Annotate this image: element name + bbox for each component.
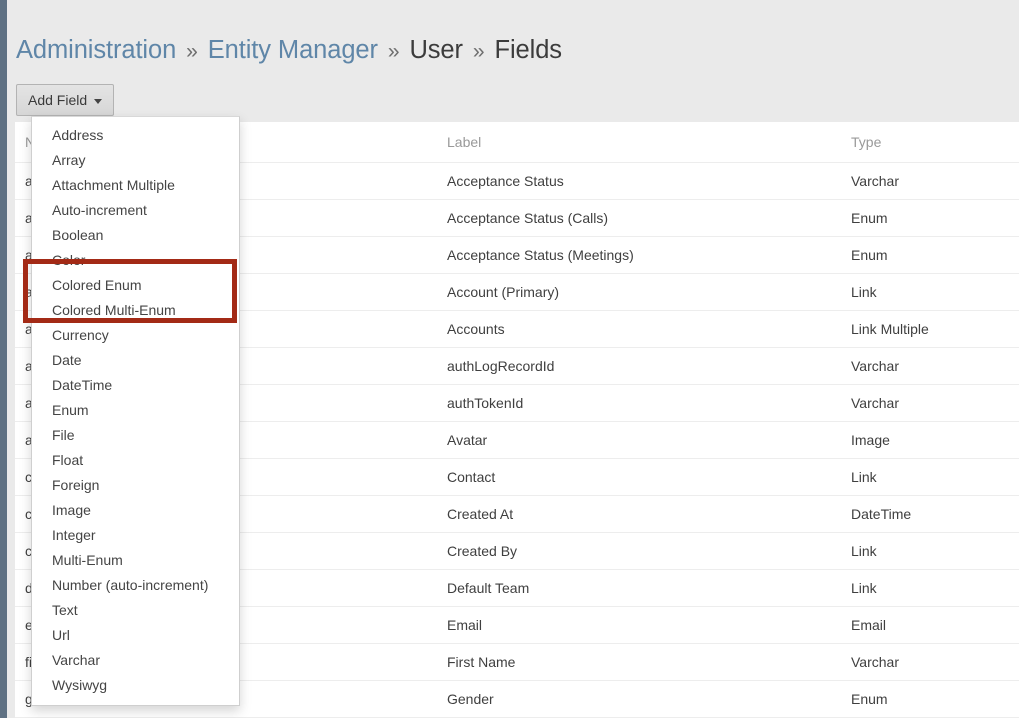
page-content: Administration » Entity Manager » User »… [7, 0, 1019, 718]
cell-label: Contact [432, 459, 832, 496]
add-field-button-label: Add Field [28, 92, 87, 108]
breadcrumb: Administration » Entity Manager » User »… [16, 33, 562, 69]
add-field-dropdown-menu[interactable]: AddressArrayAttachment MultipleAuto-incr… [31, 116, 240, 706]
cell-type: Image [832, 422, 1019, 459]
menu-item-datetime[interactable]: DateTime [32, 373, 239, 398]
breadcrumb-item-user: User [409, 36, 462, 64]
breadcrumb-item-entity-manager[interactable]: Entity Manager [208, 36, 378, 64]
breadcrumb-separator: » [183, 40, 201, 63]
cell-label: Gender [432, 681, 832, 718]
menu-item-integer[interactable]: Integer [32, 523, 239, 548]
cell-label: Default Team [432, 570, 832, 607]
cell-type: Enum [832, 681, 1019, 718]
menu-item-text[interactable]: Text [32, 598, 239, 623]
menu-item-number-auto-increment[interactable]: Number (auto-increment) [32, 573, 239, 598]
menu-item-attachment-multiple[interactable]: Attachment Multiple [32, 173, 239, 198]
column-header-type[interactable]: Type [832, 122, 1019, 163]
menu-item-file[interactable]: File [32, 423, 239, 448]
breadcrumb-separator: » [385, 40, 403, 63]
left-nav-rail [0, 0, 7, 718]
menu-item-address[interactable]: Address [32, 123, 239, 148]
cell-type: Varchar [832, 644, 1019, 681]
menu-item-colored-multi-enum[interactable]: Colored Multi-Enum [32, 298, 239, 323]
menu-item-color[interactable]: Color [32, 248, 239, 273]
menu-item-auto-increment[interactable]: Auto-increment [32, 198, 239, 223]
cell-type: Link [832, 459, 1019, 496]
column-header-label[interactable]: Label [432, 122, 832, 163]
page-title: Fields [495, 36, 562, 64]
menu-item-image[interactable]: Image [32, 498, 239, 523]
cell-label: Account (Primary) [432, 274, 832, 311]
breadcrumb-item-administration[interactable]: Administration [16, 36, 176, 64]
caret-down-icon [94, 99, 102, 104]
menu-item-boolean[interactable]: Boolean [32, 223, 239, 248]
cell-type: Varchar [832, 348, 1019, 385]
cell-type: Link Multiple [832, 311, 1019, 348]
menu-item-array[interactable]: Array [32, 148, 239, 173]
add-field-button[interactable]: Add Field [16, 84, 114, 116]
menu-item-currency[interactable]: Currency [32, 323, 239, 348]
cell-label: Created At [432, 496, 832, 533]
menu-item-date[interactable]: Date [32, 348, 239, 373]
cell-type: Link [832, 274, 1019, 311]
cell-label: authLogRecordId [432, 348, 832, 385]
menu-item-wysiwyg[interactable]: Wysiwyg [32, 673, 239, 698]
cell-type: Varchar [832, 385, 1019, 422]
menu-item-url[interactable]: Url [32, 623, 239, 648]
cell-type: Link [832, 570, 1019, 607]
cell-label: First Name [432, 644, 832, 681]
cell-type: Varchar [832, 163, 1019, 200]
menu-item-float[interactable]: Float [32, 448, 239, 473]
cell-label: Accounts [432, 311, 832, 348]
cell-label: Acceptance Status (Calls) [432, 200, 832, 237]
menu-item-multi-enum[interactable]: Multi-Enum [32, 548, 239, 573]
cell-type: Enum [832, 200, 1019, 237]
cell-label: Acceptance Status [432, 163, 832, 200]
menu-item-colored-enum[interactable]: Colored Enum [32, 273, 239, 298]
menu-item-foreign[interactable]: Foreign [32, 473, 239, 498]
menu-item-enum[interactable]: Enum [32, 398, 239, 423]
cell-label: Avatar [432, 422, 832, 459]
cell-label: Acceptance Status (Meetings) [432, 237, 832, 274]
cell-label: authTokenId [432, 385, 832, 422]
cell-type: DateTime [832, 496, 1019, 533]
breadcrumb-separator: » [470, 40, 488, 63]
cell-label: Email [432, 607, 832, 644]
cell-label: Created By [432, 533, 832, 570]
cell-type: Enum [832, 237, 1019, 274]
cell-type: Link [832, 533, 1019, 570]
cell-type: Email [832, 607, 1019, 644]
menu-item-varchar[interactable]: Varchar [32, 648, 239, 673]
